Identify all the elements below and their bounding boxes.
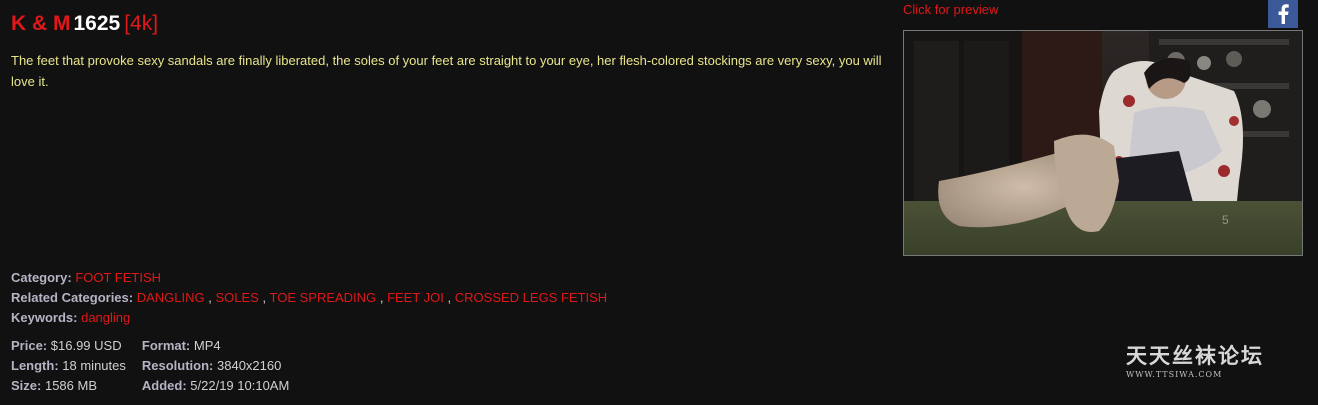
specs-column-left: Price: $16.99 USD Length: 18 minutes Siz… [11, 336, 126, 396]
format-value: MP4 [193, 338, 221, 353]
price-row: Price: $16.99 USD [11, 336, 126, 356]
facebook-icon [1278, 4, 1289, 24]
specs-column-right: Format: MP4 Resolution: 3840x2160 Added:… [142, 336, 289, 396]
product-page: K & M 1625 [4k] The feet that provoke sexy… [0, 0, 1318, 405]
related-link-crossed-legs-fetish[interactable]: CROSSED LEGS FETISH [455, 290, 607, 305]
category-label: Category: [11, 270, 72, 285]
related-separator: , [447, 290, 452, 305]
keywords-label: Keywords: [11, 310, 78, 325]
watermark-chinese: 天天丝袜论坛 [1126, 343, 1264, 368]
specs-block: Price: $16.99 USD Length: 18 minutes Siz… [11, 336, 289, 396]
related-separator: , [379, 290, 384, 305]
title-number: 1625 [73, 12, 121, 35]
watermark-url: WWW.TTSIWA.COM [1126, 370, 1223, 379]
related-separator: , [208, 290, 212, 305]
preview-image: 5 [904, 31, 1302, 255]
price-value: $16.99 USD [50, 338, 122, 353]
facebook-share-button[interactable] [1268, 0, 1298, 28]
related-link-dangling[interactable]: DANGLING [137, 290, 205, 305]
related-categories-row: Related Categories: DANGLING , SOLES , T… [11, 288, 607, 308]
related-categories-label: Related Categories: [11, 290, 134, 305]
thumb-overlay-text: 5 [1222, 213, 1229, 227]
format-row: Format: MP4 [142, 336, 289, 356]
resolution-value: 3840x2160 [217, 358, 282, 373]
site-watermark: 天天丝袜论坛 WWW.TTSIWA.COM [1126, 343, 1264, 379]
title-brand: K & M [11, 12, 71, 35]
price-label: Price: [11, 338, 48, 353]
length-label: Length: [11, 358, 59, 373]
added-label: Added: [141, 378, 187, 393]
category-link[interactable]: FOOT FETISH [75, 270, 161, 285]
related-link-feet-joi[interactable]: FEET JOI [387, 290, 444, 305]
added-row: Added: 5/22/19 10:10AM [142, 376, 289, 396]
format-label: Format: [141, 338, 191, 353]
related-separator: , [262, 290, 267, 305]
product-description: The feet that provoke sexy sandals are f… [11, 53, 882, 89]
category-row: Category: FOOT FETISH [11, 268, 607, 288]
resolution-row: Resolution: 3840x2160 [142, 356, 289, 376]
preview-link[interactable]: Click for preview [903, 2, 998, 17]
product-title: K & M 1625 [4k] [11, 11, 158, 37]
length-row: Length: 18 minutes [11, 356, 126, 376]
keyword-link[interactable]: dangling [81, 310, 130, 325]
related-link-toe-spreading[interactable]: TOE SPREADING [270, 290, 377, 305]
resolution-label: Resolution: [141, 358, 214, 373]
title-resolution-tag: [4k] [124, 12, 159, 35]
size-label: Size: [11, 378, 42, 393]
added-value: 5/22/19 10:10AM [190, 378, 290, 393]
related-link-soles[interactable]: SOLES [216, 290, 259, 305]
meta-block: Category: FOOT FETISH Related Categories… [11, 268, 607, 328]
keywords-row: Keywords: dangling [11, 308, 607, 328]
preview-thumbnail[interactable]: 5 [903, 30, 1303, 256]
size-value: 1586 MB [44, 378, 98, 393]
length-value: 18 minutes [62, 358, 126, 373]
size-row: Size: 1586 MB [11, 376, 126, 396]
